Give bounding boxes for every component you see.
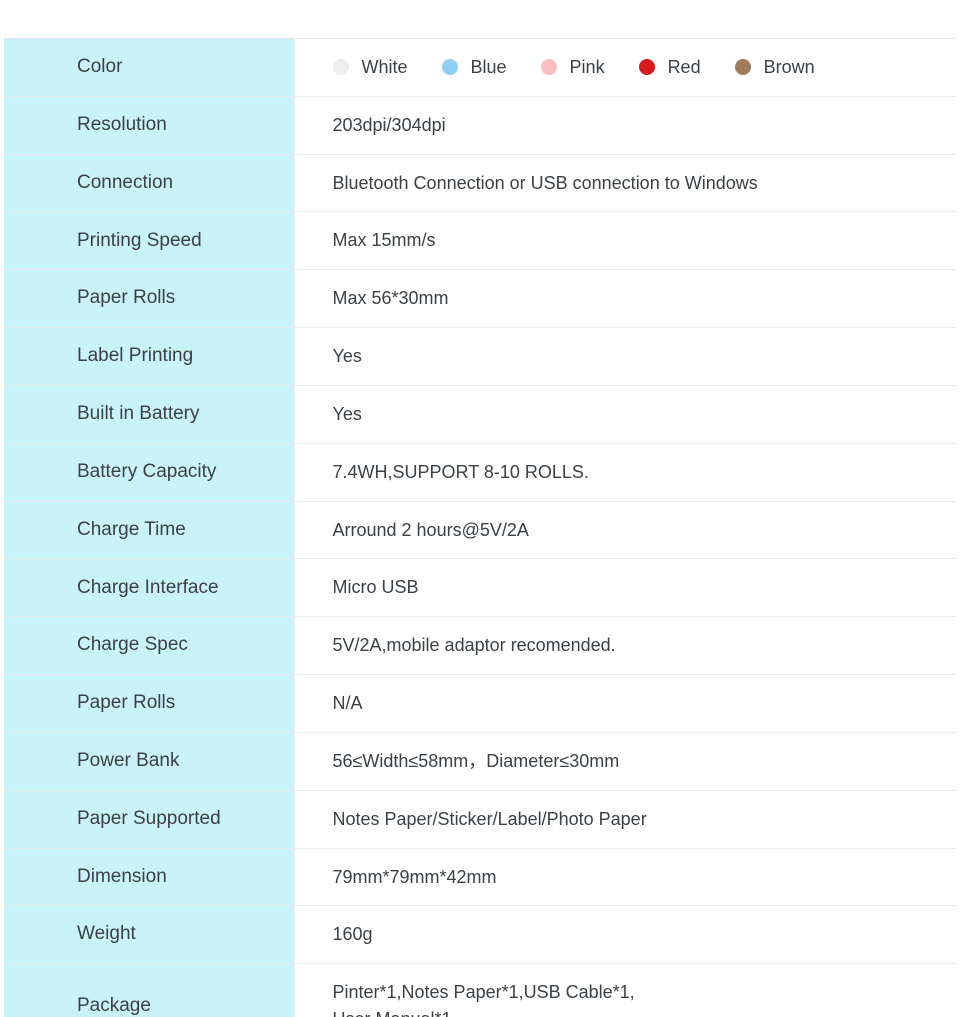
color-dot-icon [541, 59, 557, 75]
table-row: Battery Capacity7.4WH,SUPPORT 8-10 ROLLS… [4, 443, 956, 501]
spec-label: Built in Battery [4, 385, 294, 443]
spec-value: Bluetooth Connection or USB connection t… [294, 154, 956, 212]
table-row: Paper RollsMax 56*30mm [4, 270, 956, 328]
spec-label: Resolution [4, 96, 294, 154]
color-name: Blue [471, 55, 507, 80]
color-option[interactable]: White [333, 55, 408, 80]
table-row: Charge InterfaceMicro USB [4, 559, 956, 617]
spec-value: 79mm*79mm*42mm [294, 848, 956, 906]
color-name: White [362, 55, 408, 80]
spec-value: N/A [294, 675, 956, 733]
spec-value: 56≤Width≤58mm，Diameter≤30mm [294, 732, 956, 790]
spec-label: Weight [4, 906, 294, 964]
table-row: Paper SupportedNotes Paper/Sticker/Label… [4, 790, 956, 848]
spec-value-line: Pinter*1,Notes Paper*1,USB Cable*1, [333, 980, 943, 1005]
spec-label: Color [4, 39, 294, 97]
spec-value: Micro USB [294, 559, 956, 617]
spec-value: Yes [294, 328, 956, 386]
table-row: Label PrintingYes [4, 328, 956, 386]
spec-value: Max 56*30mm [294, 270, 956, 328]
color-swatch-list: White Blue Pink Red Brown [333, 55, 943, 80]
spec-value: Max 15mm/s [294, 212, 956, 270]
spec-value: White Blue Pink Red Brown [294, 39, 956, 97]
color-dot-icon [639, 59, 655, 75]
table-row: ConnectionBluetooth Connection or USB co… [4, 154, 956, 212]
color-option[interactable]: Pink [541, 55, 605, 80]
spec-label: Package [4, 964, 294, 1017]
spec-label: Power Bank [4, 732, 294, 790]
table-row: Charge Spec5V/2A,mobile adaptor recomend… [4, 617, 956, 675]
color-option[interactable]: Blue [442, 55, 507, 80]
specifications-table: Color White Blue Pink Red Brown Resolution203d… [4, 38, 956, 1017]
table-row: Paper RollsN/A [4, 675, 956, 733]
spec-label: Dimension [4, 848, 294, 906]
color-option[interactable]: Red [639, 55, 701, 80]
table-row: Built in BatteryYes [4, 385, 956, 443]
table-row: PackagePinter*1,Notes Paper*1,USB Cable*… [4, 964, 956, 1017]
table-row: Dimension79mm*79mm*42mm [4, 848, 956, 906]
table-row: Resolution203dpi/304dpi [4, 96, 956, 154]
table-row: Printing SpeedMax 15mm/s [4, 212, 956, 270]
spec-value: 160g [294, 906, 956, 964]
spec-sheet-page: Color White Blue Pink Red Brown Resolution203d… [0, 0, 960, 1017]
color-name: Pink [570, 55, 605, 80]
spec-value: Arround 2 hours@5V/2A [294, 501, 956, 559]
table-row: Color White Blue Pink Red Brown [4, 39, 956, 97]
spec-label: Charge Time [4, 501, 294, 559]
spec-label: Battery Capacity [4, 443, 294, 501]
spec-value: Notes Paper/Sticker/Label/Photo Paper [294, 790, 956, 848]
spec-label: Printing Speed [4, 212, 294, 270]
table-row: Charge TimeArround 2 hours@5V/2A [4, 501, 956, 559]
color-option[interactable]: Brown [735, 55, 815, 80]
table-row: Weight160g [4, 906, 956, 964]
spec-value: Yes [294, 385, 956, 443]
spec-value: 5V/2A,mobile adaptor recomended. [294, 617, 956, 675]
spec-value: 7.4WH,SUPPORT 8-10 ROLLS. [294, 443, 956, 501]
color-dot-icon [735, 59, 751, 75]
spec-label: Label Printing [4, 328, 294, 386]
spec-label: Paper Supported [4, 790, 294, 848]
specifications-table-body: Color White Blue Pink Red Brown Resolution203d… [4, 39, 956, 1017]
color-name: Brown [764, 55, 815, 80]
spec-value: 203dpi/304dpi [294, 96, 956, 154]
spec-label: Paper Rolls [4, 675, 294, 733]
spec-label: Paper Rolls [4, 270, 294, 328]
color-dot-icon [333, 59, 349, 75]
spec-label: Charge Interface [4, 559, 294, 617]
spec-label: Connection [4, 154, 294, 212]
spec-value-line: User Manual*1 [333, 1007, 943, 1017]
spec-label: Charge Spec [4, 617, 294, 675]
color-dot-icon [442, 59, 458, 75]
table-row: Power Bank56≤Width≤58mm，Diameter≤30mm [4, 732, 956, 790]
spec-value: Pinter*1,Notes Paper*1,USB Cable*1, User … [294, 964, 956, 1017]
color-name: Red [668, 55, 701, 80]
